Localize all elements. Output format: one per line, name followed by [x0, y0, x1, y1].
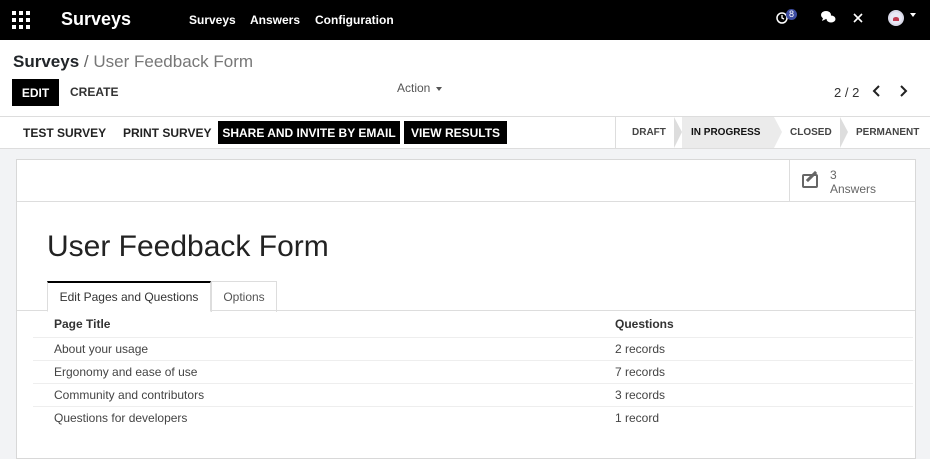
answers-stat-button[interactable]: 3 Answers	[789, 160, 915, 202]
row-page-title: Ergonomy and ease of use	[54, 365, 198, 379]
pencil-square-icon	[802, 174, 818, 188]
action-dropdown[interactable]: Action	[397, 81, 443, 95]
answers-count: 3	[830, 168, 837, 182]
smart-button-box: 3 Answers	[17, 160, 915, 202]
control-panel: Surveys / User Feedback Form EDIT CREATE…	[0, 40, 930, 116]
tab-edit-pages-questions[interactable]: Edit Pages and Questions	[47, 281, 211, 312]
pager-previous-icon[interactable]	[872, 84, 882, 101]
notebook-tabs: Edit Pages and Questions Options	[17, 281, 915, 312]
breadcrumb-separator: /	[83, 52, 89, 71]
table-row[interactable]: Community and contributors 3 records	[33, 383, 913, 406]
column-header-questions[interactable]: Questions	[615, 317, 674, 331]
pager-next-icon[interactable]	[898, 84, 908, 101]
menu-surveys[interactable]: Surveys	[189, 13, 236, 27]
row-questions: 2 records	[615, 342, 666, 356]
column-header-page-title[interactable]: Page Title	[54, 317, 110, 331]
activity-badge: 8	[786, 9, 798, 20]
row-page-title: Questions for developers	[54, 411, 188, 425]
messaging-chat-icon[interactable]	[820, 10, 836, 27]
share-invite-button[interactable]: SHARE AND INVITE BY EMAIL	[218, 121, 400, 144]
row-page-title: Community and contributors	[54, 388, 205, 402]
stage-draft[interactable]: DRAFT	[616, 117, 674, 148]
edit-button[interactable]: EDIT	[12, 79, 59, 106]
table-row[interactable]: Ergonomy and ease of use 7 records	[33, 360, 913, 383]
row-questions: 3 records	[615, 388, 666, 402]
survey-title: User Feedback Form	[47, 230, 329, 263]
test-survey-button[interactable]: TEST SURVEY	[23, 126, 106, 140]
create-button[interactable]: CREATE	[70, 85, 118, 99]
form-sheet: 3 Answers User Feedback Form Edit Pages …	[16, 159, 916, 459]
form-statusbar: TEST SURVEY PRINT SURVEY SHARE AND INVIT…	[0, 116, 930, 149]
tab-options[interactable]: Options	[211, 281, 277, 312]
breadcrumb-current: User Feedback Form	[93, 52, 254, 71]
menu-configuration[interactable]: Configuration	[315, 13, 394, 27]
stage-separator	[774, 117, 782, 148]
user-avatar[interactable]	[888, 10, 904, 26]
answers-label: Answers	[830, 182, 877, 196]
stage-closed[interactable]: CLOSED	[782, 117, 840, 148]
menu-answers[interactable]: Answers	[250, 13, 300, 27]
print-survey-button[interactable]: PRINT SURVEY	[123, 126, 211, 140]
breadcrumb: Surveys / User Feedback Form	[13, 52, 253, 72]
apps-menu-icon[interactable]	[12, 11, 30, 29]
row-page-title: About your usage	[54, 342, 149, 356]
view-results-button[interactable]: VIEW RESULTS	[404, 121, 507, 144]
top-navbar: Surveys Surveys Answers Configuration 8	[0, 0, 930, 40]
action-label: Action	[397, 81, 431, 95]
stage-permanent[interactable]: PERMANENT	[848, 117, 930, 148]
breadcrumb-root[interactable]: Surveys	[13, 52, 79, 71]
user-menu-chevron-down-icon[interactable]	[910, 13, 916, 17]
debug-close-icon[interactable]	[852, 11, 864, 28]
stage-separator	[840, 117, 848, 148]
row-questions: 1 record	[615, 411, 660, 425]
pager-value[interactable]: 2 / 2	[834, 85, 859, 100]
app-brand[interactable]: Surveys	[61, 9, 131, 30]
stage-separator	[674, 117, 682, 148]
chevron-down-icon	[436, 86, 443, 91]
stage-pipeline: DRAFT IN PROGRESS CLOSED PERMANENT	[615, 117, 930, 148]
table-row[interactable]: About your usage 2 records	[33, 337, 913, 360]
stage-in-progress[interactable]: IN PROGRESS	[682, 117, 774, 148]
row-questions: 7 records	[615, 365, 666, 379]
table-row[interactable]: Questions for developers 1 record	[33, 406, 913, 429]
